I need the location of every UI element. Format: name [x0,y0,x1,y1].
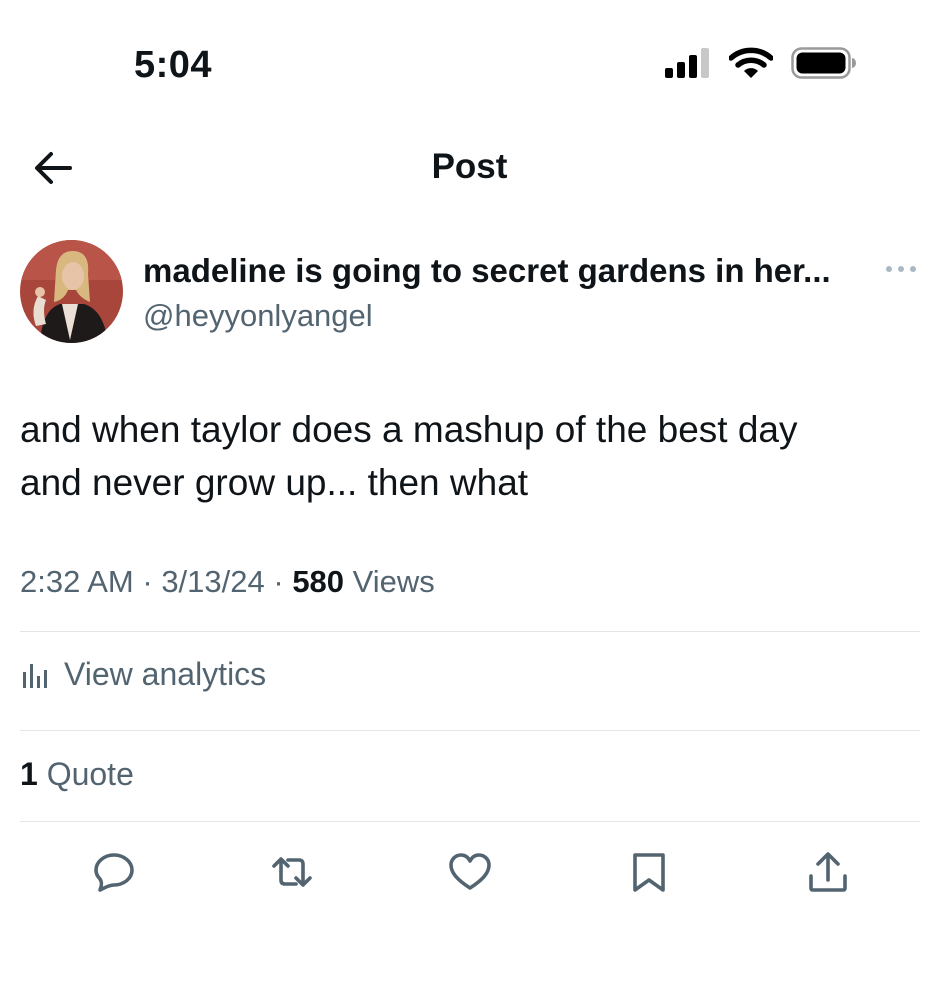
author-handle[interactable]: @heyyonlyangel [143,298,373,334]
status-time: 5:04 [134,44,213,86]
reply-icon [92,850,136,894]
more-options-button[interactable] [884,259,918,279]
divider [20,821,920,822]
bookmark-icon [627,850,671,894]
meta-separator: · [142,564,162,599]
quote-count: 1 [20,756,38,792]
divider [20,730,920,731]
analytics-icon [20,660,50,690]
views-count: 580 [292,564,345,599]
bookmark-button[interactable] [627,850,671,894]
author-display-name[interactable]: madeline is going to secret gardens in h… [143,252,831,290]
like-button[interactable] [448,850,492,894]
tweet-text-line: and never grow up... then what [20,462,529,503]
tweet-time[interactable]: 2:32 AM [20,564,134,599]
avatar[interactable] [20,240,123,343]
quote-label: Quote [46,756,134,792]
meta-separator: · [273,564,293,599]
page-title: Post [431,147,508,186]
tweet-meta: 2:32 AM · 3/13/24 · 580 Views [20,564,435,600]
more-icon [884,259,918,279]
tweet-text: and when taylor does a mashup of the bes… [20,403,920,509]
repost-icon [270,850,314,894]
quotes-link[interactable]: 1 Quote [20,756,134,793]
divider [20,631,920,632]
analytics-label: View analytics [64,656,267,692]
wifi-icon [729,47,773,79]
tweet-date[interactable]: 3/13/24 [161,564,264,599]
cellular-signal-icon [665,48,711,78]
repost-button[interactable] [270,850,314,894]
battery-icon [791,47,857,79]
views-label: Views [352,564,435,599]
status-icons [665,44,857,82]
share-button[interactable] [806,850,850,894]
tweet-text-line: and when taylor does a mashup of the bes… [20,409,798,450]
reply-button[interactable] [92,850,136,894]
view-analytics-link[interactable]: View analytics [20,656,266,693]
heart-icon [448,850,492,894]
share-icon [806,850,850,894]
